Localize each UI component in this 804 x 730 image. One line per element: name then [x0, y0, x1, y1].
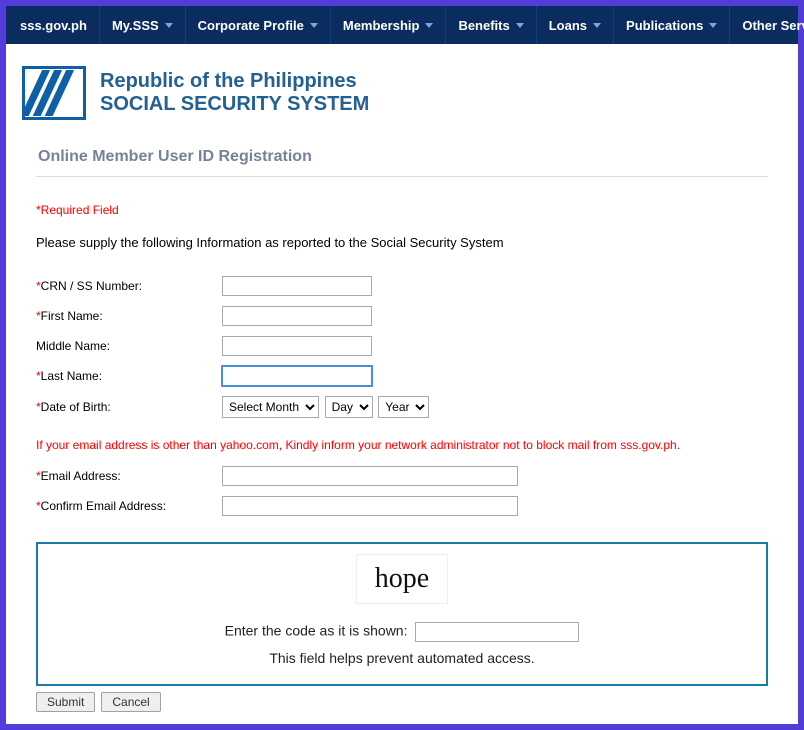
captcha-box: hope Enter the code as it is shown: This…: [36, 542, 768, 686]
form-row-confirm-email: *Confirm Email Address:: [36, 496, 768, 516]
cancel-button[interactable]: Cancel: [101, 692, 160, 712]
nav-item-benefits[interactable]: Benefits: [446, 6, 536, 44]
nav-label: sss.gov.ph: [20, 18, 87, 33]
email-note: If your email address is other than yaho…: [36, 438, 768, 452]
site-title-line2: SOCIAL SECURITY SYSTEM: [100, 93, 369, 116]
nav-item-mysss[interactable]: My.SSS: [100, 6, 186, 44]
nav-label: My.SSS: [112, 18, 159, 33]
site-title: Republic of the Philippines SOCIAL SECUR…: [100, 70, 369, 116]
form-row-last-name: *Last Name:: [36, 366, 768, 386]
email-input[interactable]: [222, 466, 518, 486]
label-email: *Email Address:: [36, 469, 222, 483]
nav-label: Loans: [549, 18, 587, 33]
form-instruction: Please supply the following Information …: [36, 235, 768, 250]
chevron-down-icon: [593, 23, 601, 28]
chevron-down-icon: [165, 23, 173, 28]
nav-item-home[interactable]: sss.gov.ph: [6, 6, 100, 44]
dob-selects: Select Month Day Year: [222, 396, 431, 418]
nav-item-corporate-profile[interactable]: Corporate Profile: [186, 6, 331, 44]
last-name-input[interactable]: [222, 366, 372, 386]
form-row-first-name: *First Name:: [36, 306, 768, 326]
captcha-text: hope: [375, 563, 429, 594]
form-row-crn: *CRN / SS Number:: [36, 276, 768, 296]
nav-item-other-services[interactable]: Other Services: [730, 6, 804, 44]
nav-item-membership[interactable]: Membership: [331, 6, 447, 44]
first-name-input[interactable]: [222, 306, 372, 326]
action-row: Submit Cancel: [36, 692, 768, 716]
label-confirm-email: *Confirm Email Address:: [36, 499, 222, 513]
chevron-down-icon: [516, 23, 524, 28]
nav-item-loans[interactable]: Loans: [537, 6, 614, 44]
divider: [36, 176, 768, 177]
nav-label: Membership: [343, 18, 420, 33]
label-crn: *CRN / SS Number:: [36, 279, 222, 293]
registration-form: *Required Field Please supply the follow…: [22, 203, 782, 716]
sss-logo-icon: [22, 66, 86, 120]
nav-label: Other Services: [742, 18, 804, 33]
site-header: Republic of the Philippines SOCIAL SECUR…: [22, 66, 782, 120]
label-dob: *Date of Birth:: [36, 400, 222, 414]
submit-button[interactable]: Submit: [36, 692, 95, 712]
crn-input[interactable]: [222, 276, 372, 296]
confirm-email-input[interactable]: [222, 496, 518, 516]
form-row-email: *Email Address:: [36, 466, 768, 486]
dob-day-select[interactable]: Day: [325, 396, 373, 418]
dob-year-select[interactable]: Year: [378, 396, 429, 418]
captcha-prompt: Enter the code as it is shown:: [225, 623, 408, 639]
dob-month-select[interactable]: Select Month: [222, 396, 319, 418]
nav-label: Corporate Profile: [198, 18, 304, 33]
middle-name-input[interactable]: [222, 336, 372, 356]
captcha-input[interactable]: [415, 622, 579, 642]
page-container: sss.gov.ph My.SSS Corporate Profile Memb…: [6, 6, 798, 724]
label-last-name: *Last Name:: [36, 369, 222, 383]
required-note: *Required Field: [36, 203, 768, 217]
chevron-down-icon: [709, 23, 717, 28]
form-row-dob: *Date of Birth: Select Month Day Year: [36, 396, 768, 418]
site-title-line1: Republic of the Philippines: [100, 70, 369, 93]
page-title: Online Member User ID Registration: [38, 148, 782, 166]
chevron-down-icon: [310, 23, 318, 28]
content-area: Republic of the Philippines SOCIAL SECUR…: [6, 44, 798, 724]
captcha-prompt-row: Enter the code as it is shown:: [46, 622, 758, 642]
captcha-image: hope: [356, 554, 448, 604]
label-first-name: *First Name:: [36, 309, 222, 323]
nav-label: Publications: [626, 18, 703, 33]
form-row-middle-name: Middle Name:: [36, 336, 768, 356]
label-middle-name: Middle Name:: [36, 339, 222, 353]
nav-label: Benefits: [458, 18, 509, 33]
top-nav: sss.gov.ph My.SSS Corporate Profile Memb…: [6, 6, 798, 44]
captcha-help: This field helps prevent automated acces…: [46, 650, 758, 666]
nav-item-publications[interactable]: Publications: [614, 6, 730, 44]
chevron-down-icon: [425, 23, 433, 28]
